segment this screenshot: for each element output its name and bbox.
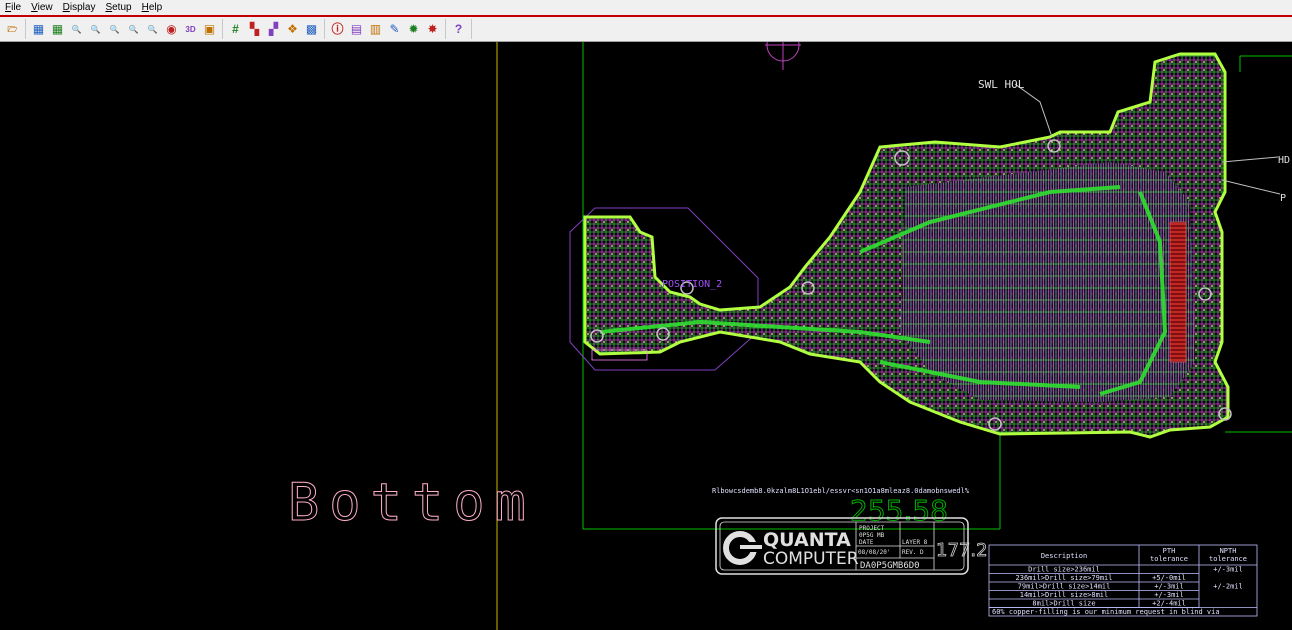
zoom-previous-icon: 🔍 [128,24,139,34]
menu-display[interactable]: Display [58,1,101,15]
table-header: PTH tolerance [1150,547,1188,563]
open-folder-button[interactable]: 🗁 [4,21,21,38]
view-3d-button[interactable]: 3D [182,21,199,38]
zoom-window-icon: 🔍 [71,24,82,34]
menu-help[interactable]: Help [137,1,168,15]
table-cell: 14mil>Drill size>8mil [1020,591,1109,599]
pcb-canvas[interactable]: SWL HOL POSITION_2 HD P Bottom Rlbowcsde… [0,42,1292,630]
table-cell: +/-2mil [1213,583,1243,591]
grid-button[interactable]: # [227,21,244,38]
film-icon: ▣ [203,21,216,36]
board-button[interactable]: ▩ [303,21,320,38]
board-drawing[interactable]: SWL HOL POSITION_2 HD P Bottom Rlbowcsde… [0,42,1292,630]
table-cell: +2/-4mil [1152,600,1186,608]
drill-tolerance-table: Description PTH tolerance NPTH tolerance Dril… [988,544,1258,617]
routing-dense-area [900,162,1195,402]
date-value: 08/08/20' [858,549,891,556]
table-cell: +/-3mil [1154,591,1184,599]
dimension-height: 177.2 [936,540,988,561]
zoom-out-icon: 🔍 [109,24,120,34]
zoom-redraw-button[interactable]: 🔍 [144,21,161,38]
menu-file[interactable]: File [0,1,26,15]
date-label: DATE [859,539,874,546]
table-cell: 236mil>Drill size>79mil [1016,574,1113,582]
measure-icon: ▥ [369,21,382,36]
zoom-window-button[interactable]: 🔍 [68,21,85,38]
brush-icon: ✎ [389,21,400,36]
color-button[interactable]: ❖ [284,21,301,38]
right-label-hd: HD [1278,155,1290,166]
measure-button[interactable]: ▥ [367,21,384,38]
zoom-all-icon: ▦ [51,21,64,36]
properties-icon: ▤ [350,21,363,36]
company-name-line2: COMPUTER [763,549,859,569]
table-cell: 79mil>Drill size>14mil [1018,583,1111,591]
dehighlight-icon: ✸ [427,21,438,36]
right-label-p: P [1280,193,1286,204]
table-header: NPTH tolerance [1209,547,1247,563]
zoom-in-icon: 🔍 [90,24,101,34]
brush-button[interactable]: ✎ [386,21,403,38]
layer-value: LAYER 8 [902,539,928,546]
position-label: POSITION_2 [662,279,722,290]
refresh-button[interactable]: ◉ [163,21,180,38]
toolbar-group: 🗁 [0,19,26,39]
board-icon: ▩ [305,21,318,36]
menu-view[interactable]: View [26,1,58,15]
rev-value: REV. D [902,549,924,556]
table-header: Description [1041,552,1087,560]
open-folder-icon: 🗁 [7,24,18,34]
layer-stack-button[interactable]: ▞ [265,21,282,38]
film-button[interactable]: ▣ [201,21,218,38]
toolbar-group: # ▚ ▞ ❖ ▩ [223,19,325,39]
color-icon: ❖ [287,21,298,36]
table-cell: +/-3mil [1154,583,1184,591]
toolbar-group: ? [446,19,472,39]
highlight-button[interactable]: ✹ [405,21,422,38]
quanta-logo-icon [723,531,762,565]
connector-footprint [1169,221,1187,363]
company-name-line1: QUANTA [763,529,851,551]
table-cell: Drill size>236mil [1028,566,1100,574]
table-cell: +5/-0mil [1152,574,1186,582]
part-number: DA0P5GMB6D0 [860,561,920,571]
properties-button[interactable]: ▤ [348,21,365,38]
zoom-fit-button[interactable]: ▦ [30,21,47,38]
layer-stack-icon: ▞ [268,21,279,36]
view-3d-icon: 3D [185,24,196,34]
project-value: 0P5G MB [859,532,885,539]
highlight-icon: ✹ [408,21,419,36]
zoom-all-button[interactable]: ▦ [49,21,66,38]
help-button[interactable]: ? [450,21,467,38]
toolbar: 🗁 ▦ ▦ 🔍 🔍 🔍 🔍 🔍 ◉ 3D ▣ # ▚ ▞ ❖ ▩ ⓘ ▤ ▥ ✎ ✹ ✸? [0,17,1292,42]
grid-icon: # [232,21,239,36]
dehighlight-button[interactable]: ✸ [424,21,441,38]
toolbar-group: ▦ ▦ 🔍 🔍 🔍 🔍 🔍 ◉ 3D ▣ [26,19,223,39]
table-cell: +/-3mil [1213,566,1243,574]
zoom-in-button[interactable]: 🔍 [87,21,104,38]
zoom-fit-icon: ▦ [32,21,45,36]
help-icon: ? [454,21,463,36]
menu-setup[interactable]: Setup [100,1,136,15]
refresh-icon: ◉ [166,21,177,36]
zoom-previous-button[interactable]: 🔍 [125,21,142,38]
layers-button[interactable]: ▚ [246,21,263,38]
info-button[interactable]: ⓘ [329,21,346,38]
toolbar-group: ⓘ ▤ ▥ ✎ ✹ ✸ [325,19,446,39]
table-cell: 8mil>Drill size [1032,600,1095,608]
zoom-redraw-icon: 🔍 [147,24,158,34]
project-label: PROJECT [859,525,885,532]
swl-hole-label: SWL HOL [978,78,1025,91]
table-footer: 60% copper-filling is our minimum reques… [992,608,1220,616]
zoom-out-button[interactable]: 🔍 [106,21,123,38]
layers-icon: ▚ [249,21,260,36]
layer-name-label: Bottom [288,473,536,533]
menu-bar: File View Display Setup Help [0,0,1292,17]
info-icon: ⓘ [331,21,344,36]
origin-marker [765,42,801,70]
